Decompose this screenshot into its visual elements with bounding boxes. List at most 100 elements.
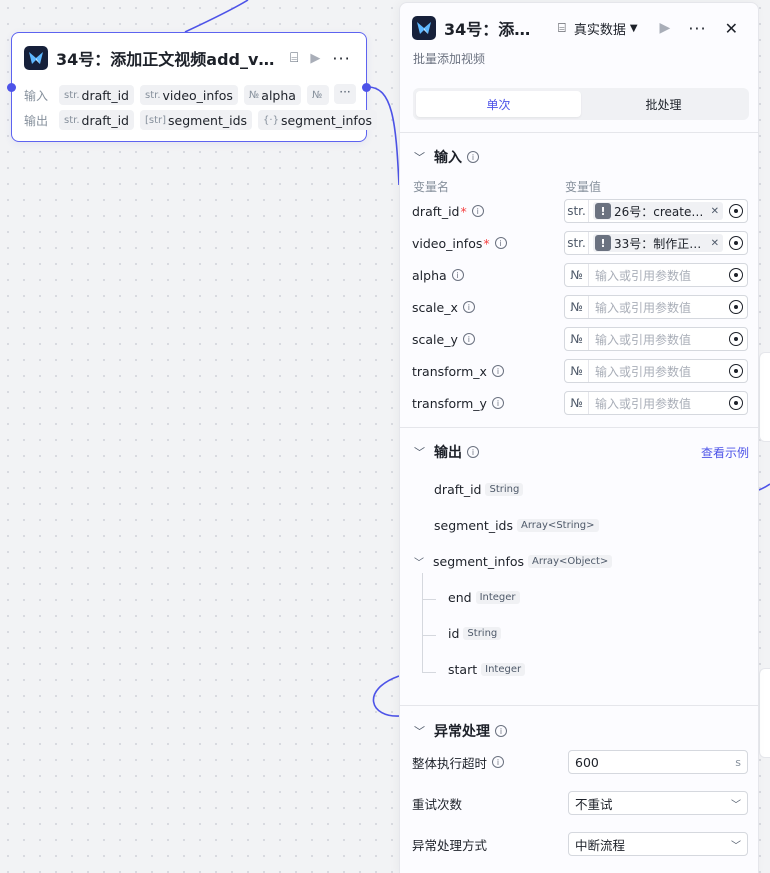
- type-selector[interactable]: str.: [565, 200, 589, 222]
- remove-icon[interactable]: ✕: [711, 238, 719, 249]
- timeout-row: 整体执行超时 i 600 s: [412, 750, 748, 774]
- info-icon[interactable]: i: [491, 365, 504, 377]
- divider: [400, 427, 758, 428]
- input-chip: str. video_infos: [140, 85, 238, 105]
- info-icon[interactable]: i: [495, 725, 507, 737]
- info-icon[interactable]: i: [451, 269, 464, 281]
- more-options-icon[interactable]: ···: [332, 49, 350, 68]
- input-var-row: draft_id*i str. !26号：create_draft✕: [412, 199, 748, 223]
- var-placeholder: 输入或引用参数值: [595, 268, 692, 283]
- reference-picker-icon[interactable]: [729, 204, 743, 218]
- chevron-down-icon: ﹀: [731, 840, 741, 852]
- type-selector[interactable]: str.: [565, 232, 589, 254]
- output-section-header[interactable]: ﹀ 输出 i: [414, 442, 479, 462]
- reference-picker-icon[interactable]: [729, 364, 743, 378]
- input-section-header[interactable]: ﹀ 输入 i: [414, 147, 479, 167]
- input-var-row: scale_y i № 输入或引用参数值: [412, 327, 748, 351]
- type-badge: String: [485, 483, 524, 496]
- type-selector[interactable]: №: [565, 264, 589, 286]
- info-icon[interactable]: i: [467, 151, 479, 163]
- tab-batch[interactable]: 批处理: [581, 91, 746, 117]
- tree-guide-line: [422, 672, 436, 673]
- var-value-field[interactable]: str. !33号：制作正文视频✕: [564, 231, 748, 255]
- var-value-field[interactable]: № 输入或引用参数值: [564, 295, 748, 319]
- var-value-field[interactable]: № 输入或引用参数值: [564, 391, 748, 415]
- caret-down-icon: ▼: [629, 22, 638, 34]
- reference-picker-icon[interactable]: [729, 332, 743, 346]
- output-child-item: start Integer: [448, 662, 526, 677]
- var-value-field[interactable]: № 输入或引用参数值: [564, 327, 748, 351]
- info-icon[interactable]: i: [491, 397, 504, 409]
- type-selector[interactable]: №: [565, 328, 589, 350]
- var-name: alpha i: [412, 268, 564, 283]
- retry-row: 重试次数 不重试 ﹀: [412, 791, 748, 815]
- output-chip: {·} segment_infos: [258, 110, 377, 130]
- type-selector[interactable]: №: [565, 392, 589, 414]
- var-placeholder: 输入或引用参数值: [595, 332, 692, 347]
- var-value-field[interactable]: № 输入或引用参数值: [564, 359, 748, 383]
- warning-icon: !: [595, 235, 611, 251]
- play-icon[interactable]: ▶: [660, 20, 671, 36]
- output-child-item: end Integer: [448, 590, 520, 605]
- col-header-value: 变量值: [565, 180, 602, 194]
- tab-single[interactable]: 单次: [416, 91, 581, 117]
- output-child-item: id String: [448, 626, 502, 641]
- chevron-down-icon: ﹀: [731, 799, 741, 811]
- info-icon[interactable]: i: [494, 237, 507, 249]
- play-icon[interactable]: ▶: [310, 51, 320, 66]
- output-chip: str. draft_id: [59, 110, 134, 130]
- input-var-row: transform_x i № 输入或引用参数值: [412, 359, 748, 383]
- reference-tag: !26号：create_draft✕: [593, 202, 723, 220]
- var-name: draft_id * i: [412, 204, 564, 219]
- close-icon[interactable]: ✕: [725, 19, 738, 38]
- type-badge: Array<String>: [517, 519, 599, 532]
- retry-select[interactable]: 不重试 ﹀: [568, 791, 748, 815]
- info-icon[interactable]: i: [471, 205, 484, 217]
- type-selector[interactable]: №: [565, 360, 589, 382]
- view-example-link[interactable]: 查看示例: [701, 444, 749, 461]
- reference-picker-icon[interactable]: [729, 396, 743, 410]
- tree-guide-line: [422, 573, 423, 673]
- output-item-expandable[interactable]: ﹀ segment_infos Array<Object>: [414, 554, 613, 569]
- reference-picker-icon[interactable]: [729, 236, 743, 250]
- info-icon[interactable]: i: [462, 301, 475, 313]
- chevron-down-icon: ﹀: [414, 558, 424, 569]
- info-icon[interactable]: i: [462, 333, 475, 345]
- var-value-field[interactable]: № 输入或引用参数值: [564, 263, 748, 287]
- output-port[interactable]: [362, 83, 371, 92]
- input-port[interactable]: [7, 83, 16, 92]
- run-mode-tabs: 单次 批处理: [413, 88, 749, 120]
- info-icon[interactable]: i: [492, 756, 505, 768]
- node-inputs-row: 输入 str. draft_id str. video_infos № alpha №: [24, 84, 335, 106]
- var-value-field[interactable]: str. !26号：create_draft✕: [564, 199, 748, 223]
- data-mode-dropdown[interactable]: ⌸ 真实数据 ▼: [558, 19, 638, 38]
- output-chip: [str] segment_ids: [140, 110, 253, 130]
- col-header-name: 变量名: [413, 180, 450, 194]
- error-handling-row: 异常处理方式 中断流程 ﹀: [412, 832, 748, 856]
- workflow-node-add-videos[interactable]: 34号：添加正文视频add_videos ⌸ ▶ ··· 输入 str.draf…: [7, 32, 377, 142]
- info-icon[interactable]: i: [467, 446, 479, 458]
- tree-guide-line: [422, 635, 436, 636]
- plugin-logo-icon: [412, 16, 436, 40]
- type-selector[interactable]: №: [565, 296, 589, 318]
- var-name: video_infos * i: [412, 236, 564, 251]
- timeout-input[interactable]: 600 s: [568, 750, 748, 774]
- panel-description: 批量添加视频: [413, 52, 486, 66]
- reference-picker-icon[interactable]: [729, 300, 743, 314]
- var-placeholder: 输入或引用参数值: [595, 300, 692, 315]
- node-title: 34号：添加正文视频add_videos: [56, 50, 278, 69]
- remove-icon[interactable]: ✕: [711, 206, 719, 217]
- error-handling-select[interactable]: 中断流程 ﹀: [568, 832, 748, 856]
- input-var-row: transform_y i № 输入或引用参数值: [412, 391, 748, 415]
- reference-picker-icon[interactable]: [729, 268, 743, 282]
- more-options-icon[interactable]: ···: [688, 19, 706, 38]
- retry-label: 重试次数: [412, 796, 463, 812]
- node-outputs-row: 输出 str. draft_id [str] segment_ids {·} segm…: [24, 109, 383, 131]
- error-section-header[interactable]: ﹀ 异常处理 i: [414, 721, 507, 741]
- var-name: transform_y i: [412, 396, 564, 411]
- more-inputs-button[interactable]: ···: [334, 84, 356, 104]
- output-item: draft_id String: [434, 482, 524, 497]
- test-run-icon[interactable]: ⌸: [290, 50, 298, 66]
- var-name: scale_y i: [412, 332, 564, 347]
- var-name: transform_x i: [412, 364, 564, 379]
